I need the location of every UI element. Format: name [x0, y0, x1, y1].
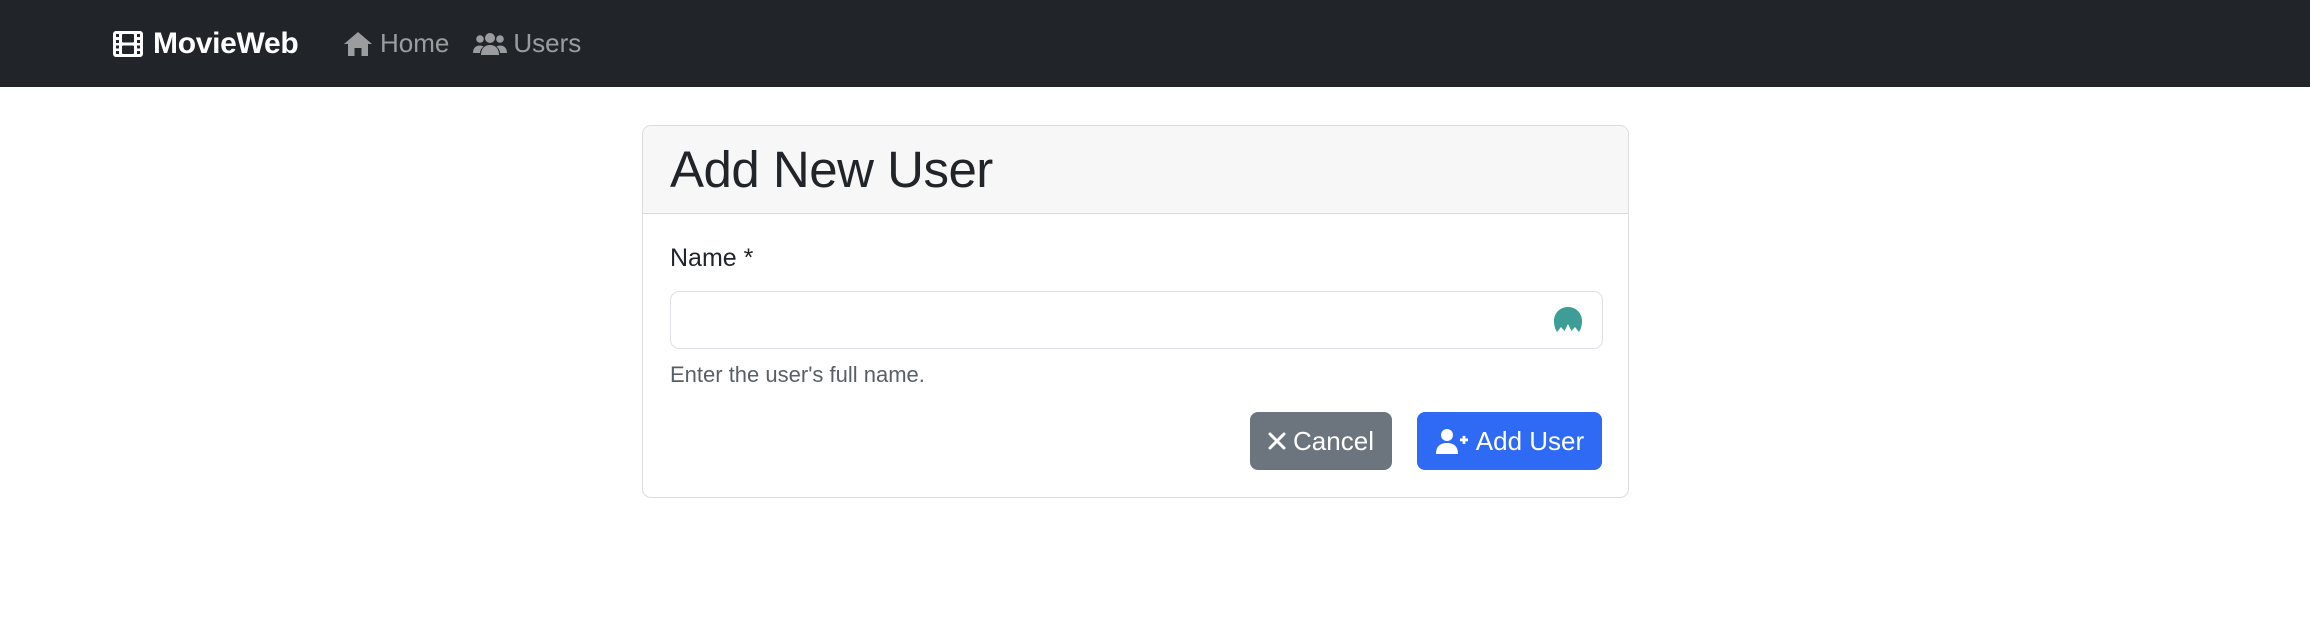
- home-icon: [342, 30, 374, 58]
- cancel-button-label: Cancel: [1293, 425, 1374, 456]
- name-help-text: Enter the user's full name.: [670, 362, 925, 387]
- brand-link[interactable]: MovieWeb: [112, 0, 299, 87]
- nav-links: Home Users: [342, 0, 581, 87]
- film-icon: [112, 30, 144, 58]
- users-icon: [473, 30, 508, 58]
- nav-link-label: Home: [380, 28, 450, 58]
- name-label: Name *: [670, 244, 754, 272]
- cancel-button[interactable]: Cancel: [1250, 412, 1392, 470]
- name-input[interactable]: [670, 291, 1603, 349]
- page-title: Add New User: [670, 141, 993, 198]
- add-user-card: Add New User Name * Enter the user's ful…: [642, 125, 1629, 498]
- user-plus-icon: [1435, 427, 1469, 455]
- password-manager-icon[interactable]: [1552, 306, 1584, 334]
- add-user-button[interactable]: Add User: [1417, 412, 1602, 470]
- add-user-button-label: Add User: [1475, 425, 1585, 456]
- close-icon: [1268, 432, 1286, 450]
- nav-link-label: Users: [513, 28, 582, 58]
- brand-name: MovieWeb: [153, 26, 299, 60]
- card-header: Add New User: [643, 126, 1628, 214]
- nav-link-home[interactable]: Home: [342, 28, 449, 59]
- nav-link-users[interactable]: Users: [473, 28, 581, 59]
- navbar: MovieWeb Home Users: [0, 0, 2310, 87]
